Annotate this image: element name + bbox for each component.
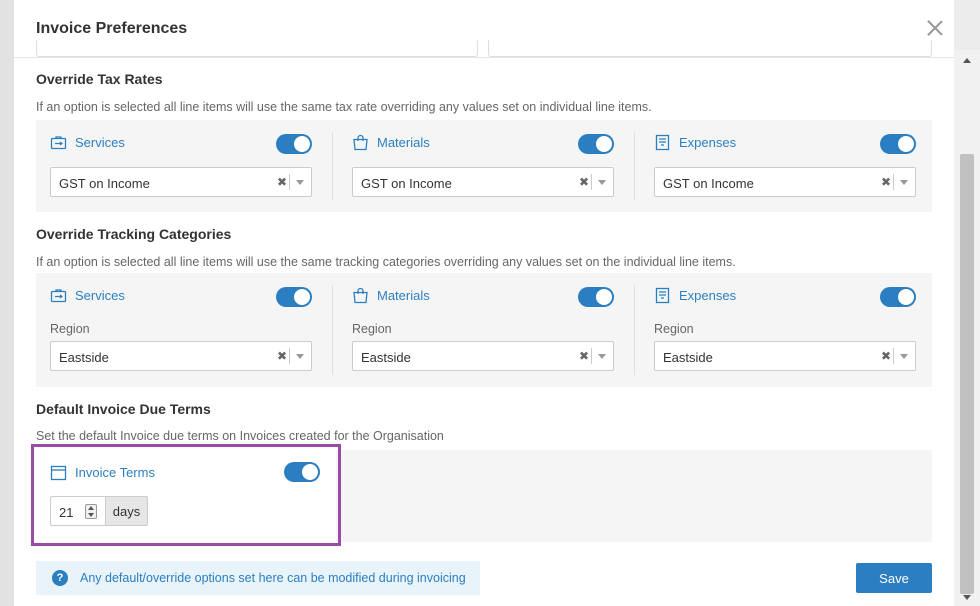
briefcase-icon (50, 136, 67, 150)
tracking-services-select[interactable]: Eastside ✖ (50, 341, 312, 371)
column-divider (332, 132, 333, 200)
terms-section-title: Default Invoice Due Terms (36, 401, 211, 417)
chevron-down-icon[interactable] (598, 354, 606, 359)
select-divider (893, 174, 894, 190)
tax-services-label: Services (75, 135, 125, 150)
tax-services-toggle[interactable] (276, 134, 312, 154)
clear-icon[interactable]: ✖ (881, 175, 891, 189)
tracking-expenses-select[interactable]: Eastside ✖ (654, 341, 916, 371)
tax-materials-value: GST on Income (361, 176, 452, 191)
save-button[interactable]: Save (856, 563, 932, 593)
tax-expenses-label: Expenses (679, 135, 737, 150)
shopping-bag-icon (353, 287, 368, 304)
tracking-column-materials: Materials Region Eastside ✖ (338, 273, 634, 387)
tracking-section-description: If an option is selected all line items … (36, 255, 736, 269)
tax-materials-select[interactable]: GST on Income ✖ (352, 167, 614, 197)
modal-scrollbar[interactable] (954, 50, 980, 606)
tax-services-select[interactable]: GST on Income ✖ (50, 167, 312, 197)
scroll-down-icon[interactable] (963, 595, 971, 600)
tax-expenses-header: Expenses (654, 134, 736, 151)
modal-title: Invoice Preferences (36, 20, 188, 37)
question-icon: ? (52, 570, 68, 586)
tracking-materials-toggle[interactable] (578, 287, 614, 307)
clear-icon[interactable]: ✖ (277, 175, 287, 189)
invoice-preferences-modal: Invoice Preferences Override Tax Rates I… (14, 0, 954, 606)
select-divider (289, 348, 290, 364)
highlight-box (31, 444, 341, 546)
tracking-expenses-header: Expenses (654, 287, 736, 304)
background-left-strip (0, 0, 14, 606)
close-icon[interactable] (924, 18, 946, 40)
chevron-down-icon[interactable] (296, 180, 304, 185)
tax-column-expenses: Expenses GST on Income ✖ (640, 120, 932, 212)
tracking-expenses-value: Eastside (663, 350, 713, 365)
tracking-services-label: Services (75, 288, 125, 303)
receipt-icon (655, 287, 670, 304)
select-divider (591, 348, 592, 364)
column-divider (332, 285, 333, 375)
tracking-materials-field-label: Region (352, 322, 392, 336)
tax-expenses-select[interactable]: GST on Income ✖ (654, 167, 916, 197)
tracking-expenses-field-label: Region (654, 322, 694, 336)
shopping-bag-icon (353, 134, 368, 151)
modal-header: Invoice Preferences (14, 0, 954, 58)
tracking-services-toggle[interactable] (276, 287, 312, 307)
tax-panel: Services GST on Income ✖ Materials GST o… (36, 120, 932, 212)
tax-expenses-toggle[interactable] (880, 134, 916, 154)
chevron-down-icon[interactable] (900, 354, 908, 359)
tax-column-materials: Materials GST on Income ✖ (338, 120, 634, 212)
terms-section-description: Set the default Invoice due terms on Inv… (36, 429, 444, 443)
tracking-services-field-label: Region (50, 322, 90, 336)
tracking-expenses-label: Expenses (679, 288, 737, 303)
tax-materials-label: Materials (377, 135, 430, 150)
info-note-text: Any default/override options set here ca… (80, 571, 466, 585)
column-divider (634, 132, 635, 200)
tracking-materials-label: Materials (377, 288, 430, 303)
previous-field-right[interactable] (488, 40, 932, 57)
tax-expenses-value: GST on Income (663, 176, 754, 191)
tracking-section-title: Override Tracking Categories (36, 226, 232, 242)
clear-icon[interactable]: ✖ (277, 349, 287, 363)
scroll-up-icon[interactable] (963, 58, 971, 63)
tracking-column-expenses: Expenses Region Eastside ✖ (640, 273, 932, 387)
clear-icon[interactable]: ✖ (579, 349, 589, 363)
column-divider (634, 285, 635, 375)
scroll-thumb[interactable] (960, 154, 974, 594)
clear-icon[interactable]: ✖ (881, 349, 891, 363)
clear-icon[interactable]: ✖ (579, 175, 589, 189)
tax-services-header: Services (50, 134, 125, 151)
select-divider (289, 174, 290, 190)
tracking-materials-header: Materials (352, 287, 430, 304)
briefcase-icon (50, 289, 67, 303)
tracking-column-services: Services Region Eastside ✖ (36, 273, 332, 387)
previous-fields (36, 40, 932, 58)
previous-field-left[interactable] (36, 40, 478, 57)
tax-section-description: If an option is selected all line items … (36, 100, 652, 114)
chevron-down-icon[interactable] (598, 180, 606, 185)
tax-services-value: GST on Income (59, 176, 150, 191)
tax-materials-header: Materials (352, 134, 430, 151)
tax-section-title: Override Tax Rates (36, 71, 163, 87)
select-divider (893, 348, 894, 364)
tracking-materials-value: Eastside (361, 350, 411, 365)
tax-materials-toggle[interactable] (578, 134, 614, 154)
tracking-materials-select[interactable]: Eastside ✖ (352, 341, 614, 371)
info-note: ? Any default/override options set here … (36, 561, 480, 595)
chevron-down-icon[interactable] (296, 354, 304, 359)
tracking-expenses-toggle[interactable] (880, 287, 916, 307)
chevron-down-icon[interactable] (900, 180, 908, 185)
tracking-services-header: Services (50, 287, 125, 304)
tracking-panel: Services Region Eastside ✖ Materials Reg… (36, 273, 932, 387)
select-divider (591, 174, 592, 190)
tracking-services-value: Eastside (59, 350, 109, 365)
receipt-icon (655, 134, 670, 151)
tax-column-services: Services GST on Income ✖ (36, 120, 332, 212)
